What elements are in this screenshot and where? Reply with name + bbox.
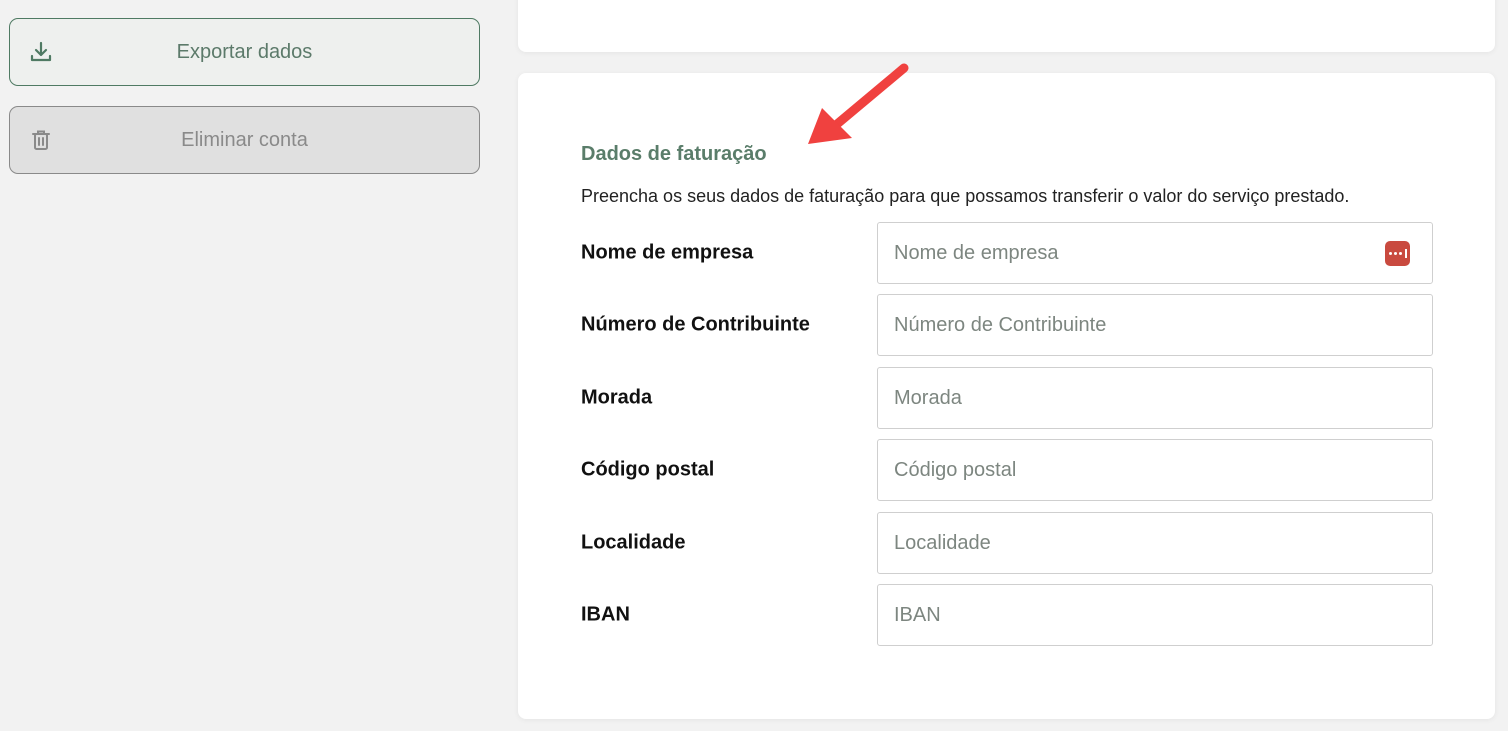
form-row-iban: IBAN — [518, 584, 1495, 646]
company-name-input[interactable] — [877, 222, 1433, 284]
postal-code-input[interactable] — [877, 439, 1433, 501]
delete-account-button[interactable]: Eliminar conta — [9, 106, 480, 174]
billing-section-title: Dados de faturação — [581, 143, 767, 165]
form-row-locality: Localidade — [518, 512, 1495, 574]
tax-number-label: Número de Contribuinte — [581, 313, 810, 336]
page: Exportar dados Eliminar conta Dados de f… — [0, 0, 1508, 731]
locality-label: Localidade — [581, 531, 686, 554]
address-input[interactable] — [877, 367, 1433, 429]
red-arrow-icon — [808, 63, 909, 144]
form-row-address: Morada — [518, 367, 1495, 429]
billing-card: Dados de faturação Preencha os seus dado… — [518, 73, 1495, 719]
form-row-tax-number: Número de Contribuinte — [518, 294, 1495, 356]
iban-input[interactable] — [877, 584, 1433, 646]
export-data-button[interactable]: Exportar dados — [9, 18, 480, 86]
previous-section-card — [518, 0, 1495, 52]
password-manager-icon[interactable] — [1385, 241, 1410, 266]
trash-icon — [32, 130, 50, 150]
download-icon — [30, 41, 52, 62]
billing-section-description: Preencha os seus dados de faturação para… — [581, 186, 1350, 206]
company-name-label: Nome de empresa — [581, 241, 754, 264]
iban-label: IBAN — [581, 603, 630, 626]
locality-input[interactable] — [877, 512, 1433, 574]
delete-account-label: Eliminar conta — [181, 128, 308, 151]
form-row-company-name: Nome de empresa — [518, 222, 1495, 284]
form-row-postal-code: Código postal — [518, 439, 1495, 501]
postal-code-label: Código postal — [581, 458, 715, 481]
tax-number-input[interactable] — [877, 294, 1433, 356]
address-label: Morada — [581, 386, 653, 409]
export-data-label: Exportar dados — [176, 40, 313, 63]
